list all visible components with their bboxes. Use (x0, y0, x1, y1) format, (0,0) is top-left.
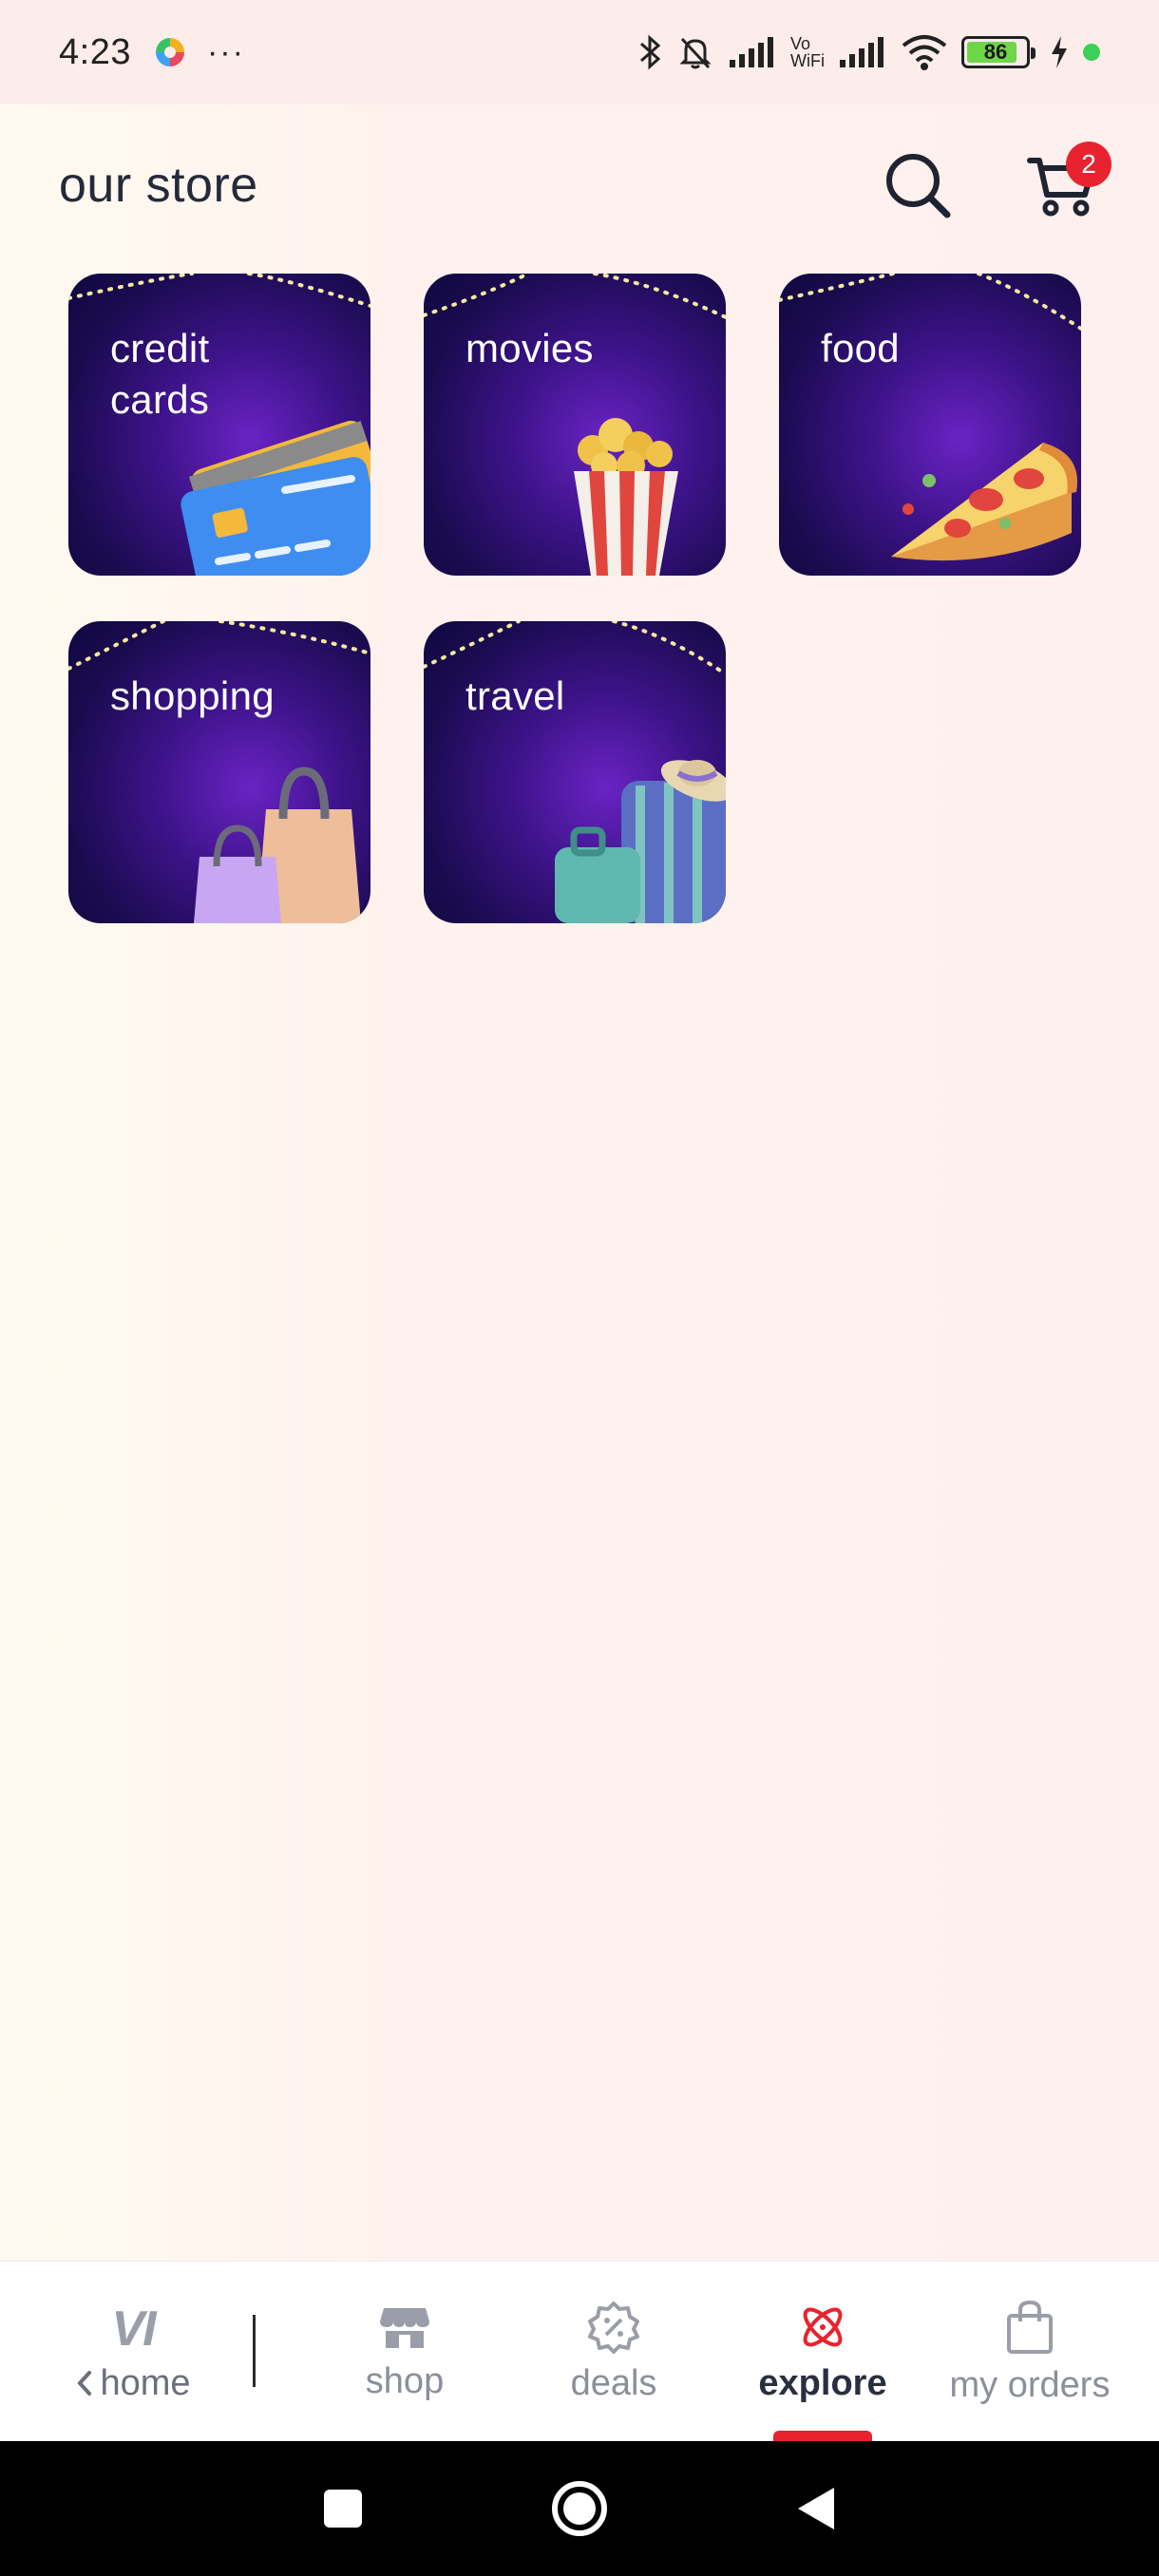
category-tile-credit-cards[interactable]: credit cards (68, 274, 370, 576)
nav-item-explore[interactable]: explore (728, 2262, 918, 2442)
charging-icon (1052, 36, 1067, 68)
bluetooth-icon (640, 34, 661, 70)
category-tile-food[interactable]: food (779, 274, 1081, 576)
battery-icon: 86 (961, 36, 1036, 68)
bottom-navigation: VI home shop deals explore my orders (0, 2261, 1159, 2442)
category-tile-movies[interactable]: movies (424, 274, 726, 576)
recent-apps-button[interactable] (321, 2487, 365, 2530)
credit-card-icon (180, 420, 370, 576)
category-tile-shopping[interactable]: shopping (68, 621, 370, 923)
popcorn-icon (574, 418, 678, 576)
nav-label: shop (365, 2360, 445, 2401)
back-button[interactable] (794, 2485, 838, 2532)
nav-label: explore (758, 2362, 887, 2403)
wifi-icon (902, 35, 947, 70)
nav-item-my-orders[interactable]: my orders (935, 2262, 1125, 2442)
nav-item-shop[interactable]: shop (310, 2262, 500, 2442)
vowifi-indicator: Vo WiFi (790, 34, 825, 70)
system-navigation-bar (0, 2441, 1159, 2576)
battery-level: 86 (983, 40, 1008, 64)
vi-logo-icon: VI (111, 2301, 156, 2357)
nav-label: home (100, 2362, 191, 2403)
privacy-indicator-icon (1083, 44, 1100, 61)
search-button[interactable] (880, 147, 956, 223)
search-icon (886, 154, 951, 218)
nav-item-home[interactable]: VI home (38, 2262, 228, 2442)
nav-divider (253, 2315, 256, 2387)
cart-count-badge: 2 (1066, 142, 1112, 187)
nav-label: my orders (949, 2364, 1111, 2405)
store-icon (380, 2307, 429, 2348)
app-notification-icon (155, 38, 184, 66)
page-title: our store (59, 158, 258, 213)
header: our store 2 (0, 133, 1159, 237)
signal-strength-icon (730, 37, 774, 67)
atom-icon (803, 2307, 843, 2346)
luggage-icon (555, 760, 726, 923)
bag-icon (1007, 2300, 1053, 2354)
nav-item-deals[interactable]: deals (519, 2262, 709, 2442)
status-time: 4:23 (59, 31, 131, 72)
nav-label: deals (570, 2362, 657, 2403)
discount-badge-icon (588, 2301, 639, 2354)
status-bar: 4:23 ··· Vo WiFi 86 (0, 0, 1159, 104)
chevron-left-icon (77, 2371, 92, 2396)
category-tile-travel[interactable]: travel (424, 621, 726, 923)
home-button[interactable] (550, 2479, 609, 2538)
shopping-bags-icon (194, 767, 361, 923)
bell-muted-icon (679, 37, 712, 69)
signal-strength-2-icon (840, 37, 884, 67)
category-grid: credit cards movies food shopping travel (68, 274, 1081, 923)
pizza-icon (891, 443, 1077, 561)
cart-button[interactable]: 2 (1024, 142, 1112, 223)
more-notifications-icon: ··· (206, 33, 245, 70)
